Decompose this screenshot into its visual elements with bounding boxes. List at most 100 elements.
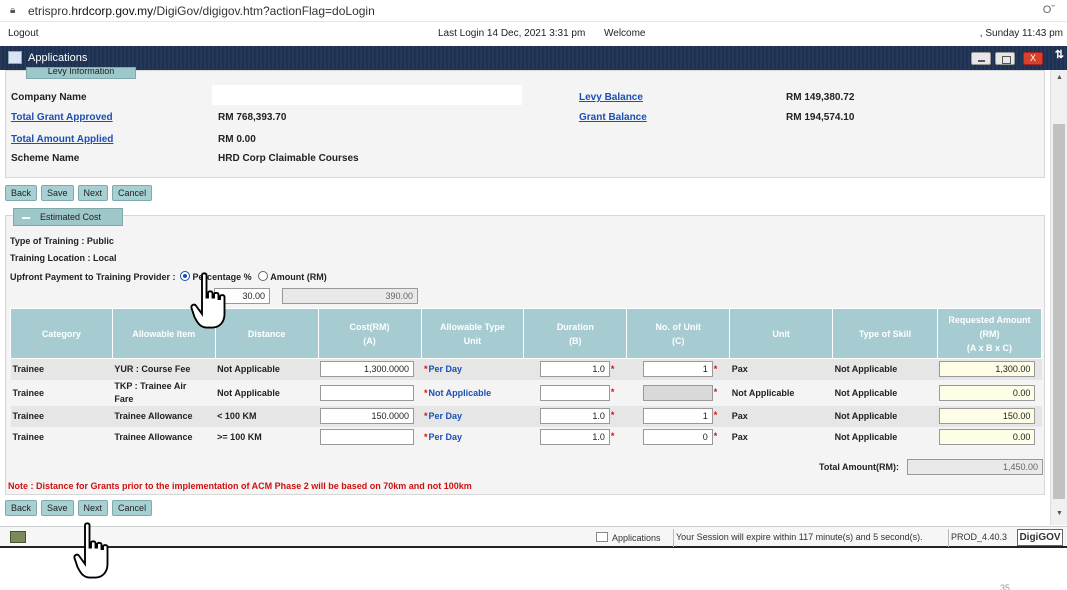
cell-type-unit: *Not Applicable — [421, 379, 524, 406]
amount-radio[interactable] — [258, 271, 269, 281]
header-type-of-skill: Type of Skill — [832, 308, 938, 359]
back-button[interactable]: Back — [5, 500, 38, 516]
sort-arrows-icon[interactable]: ⇅ — [1055, 48, 1064, 61]
scroll-down-arrow-icon[interactable]: ▼ — [1056, 510, 1063, 517]
requested-amount-field: 1,300.00 — [939, 361, 1036, 378]
cell-cost — [318, 426, 421, 448]
cell-duration: 1.0 * — [523, 405, 627, 427]
required-marker: * — [424, 364, 428, 375]
header-cost-line1: Cost(RM) — [349, 321, 390, 332]
status-map-icon[interactable] — [10, 531, 26, 543]
required-marker: * — [610, 386, 615, 397]
header-category: Category — [10, 308, 113, 359]
cell-requested: 1,300.00 — [937, 358, 1042, 380]
session-expire-text: Your Session will expire within 117 minu… — [676, 532, 923, 542]
save-button[interactable]: Save — [41, 185, 74, 201]
cell-requested: 0.00 — [937, 426, 1042, 448]
total-grant-approved-link[interactable]: Total Grant Approved — [11, 112, 113, 123]
cell-cost — [318, 379, 421, 406]
cell-requested: 0.00 — [937, 379, 1042, 406]
cancel-button[interactable]: Cancel — [112, 500, 153, 516]
requested-amount-field: 0.00 — [939, 384, 1036, 401]
cell-item: Trainee Allowance — [112, 426, 216, 448]
applications-title-bar: Applications X ⇅ — [0, 46, 1067, 70]
amount-input[interactable]: 390.00 — [282, 288, 418, 304]
cost-input[interactable]: 1,300.0000 — [320, 361, 415, 378]
cell-no-of-unit: 1 * — [626, 405, 730, 427]
cancel-button[interactable]: Cancel — [112, 185, 153, 201]
units-input[interactable]: 0 — [642, 429, 713, 445]
cell-distance: Not Applicable — [215, 358, 319, 380]
cost-input[interactable]: 150.0000 — [320, 408, 415, 424]
duration-input[interactable]: 1.0 — [539, 429, 610, 445]
upfront-payment-label: Upfront Payment to Training Provider : — [10, 272, 176, 282]
applications-title: Applications — [28, 52, 88, 64]
save-button[interactable]: Save — [41, 500, 74, 516]
required-marker: * — [713, 363, 718, 374]
vertical-scrollbar[interactable]: ▲ ▼ — [1050, 70, 1067, 525]
estimated-cost-tab-label: Estimated Cost — [40, 212, 102, 222]
hand-cursor-icon — [190, 272, 226, 329]
header-requested-line1: Requested Amount — [948, 314, 1031, 325]
hand-cursor-icon — [73, 522, 109, 579]
logout-link[interactable]: Logout — [8, 28, 39, 39]
maximize-button[interactable] — [995, 52, 1015, 65]
duration-input[interactable]: 1.0 — [539, 361, 610, 378]
grant-balance-link[interactable]: Grant Balance — [579, 112, 647, 123]
table-row: Trainee YUR : Course Fee Not Applicable … — [10, 358, 1042, 380]
minimize-button[interactable] — [971, 52, 991, 65]
back-button[interactable]: Back — [5, 185, 38, 201]
cell-item-line1: TKP : Trainee Air — [114, 380, 187, 391]
type-of-training: Type of Training : Public — [10, 236, 114, 246]
url-prefix: etrispro. — [28, 3, 72, 18]
cell-skill: Not Applicable — [832, 426, 938, 448]
header-no-unit-line1: No. of Unit — [655, 321, 702, 332]
levy-information-tab[interactable]: Levy Information — [26, 67, 136, 79]
requested-amount-field: 0.00 — [939, 429, 1036, 445]
units-input[interactable]: 1 — [642, 408, 713, 424]
type-unit-value: Per Day — [428, 364, 463, 375]
cell-category: Trainee — [10, 358, 113, 380]
scroll-up-arrow-icon[interactable]: ▲ — [1056, 74, 1063, 81]
collapse-icon[interactable] — [22, 216, 30, 219]
cell-type-unit: *Per Day — [421, 405, 524, 427]
type-unit-value: Not Applicable — [428, 387, 492, 398]
required-marker: * — [713, 410, 718, 421]
levy-balance-link[interactable]: Levy Balance — [579, 92, 643, 103]
close-button[interactable]: X — [1023, 52, 1043, 65]
header-no-unit-line2: (C) — [672, 335, 685, 346]
cell-unit: Pax — [729, 426, 833, 448]
estimated-cost-tab[interactable]: Estimated Cost — [13, 208, 123, 226]
url-text[interactable]: etrispro.hrdcorp.gov.my/DigiGov/digigov.… — [28, 4, 375, 18]
cell-unit: Pax — [729, 405, 833, 427]
url-domain: hrdcorp.gov.my — [71, 3, 154, 18]
next-button[interactable]: Next — [77, 500, 109, 516]
cost-input[interactable] — [320, 384, 415, 401]
header-type-unit-line2: Unit — [463, 335, 482, 346]
total-amount-applied-value: RM 0.00 — [218, 134, 256, 145]
bottom-button-row: Back Save Next Cancel — [5, 500, 153, 516]
header-duration-line2: (B) — [569, 335, 582, 346]
units-input[interactable]: 1 — [642, 361, 713, 378]
next-button[interactable]: Next — [77, 185, 109, 201]
duration-input[interactable] — [539, 384, 610, 401]
lock-icon: 🔒︎ — [10, 4, 16, 16]
prod-version-text: PROD_4.40.3 — [951, 532, 1008, 542]
status-bar: Applications Your Session will expire wi… — [0, 526, 1067, 548]
duration-input[interactable]: 1.0 — [539, 408, 610, 424]
session-bar: Logout Last Login 14 Dec, 2021 3:31 pm W… — [0, 24, 1067, 44]
key-icon[interactable]: Oˇ — [1043, 4, 1055, 16]
browser-address-bar[interactable]: 🔒︎ etrispro.hrdcorp.gov.my/DigiGov/digig… — [0, 0, 1067, 22]
grant-balance-value: RM 194,574.10 — [786, 112, 855, 123]
total-amount-applied-link[interactable]: Total Amount Applied — [11, 134, 113, 145]
header-duration-line1: Duration — [556, 321, 594, 332]
header-requested-line3: (A x B x C) — [966, 342, 1013, 353]
cost-input[interactable] — [320, 429, 415, 445]
cell-category: Trainee — [10, 426, 113, 448]
cell-distance: < 100 KM — [215, 405, 319, 427]
scrollbar-thumb[interactable] — [1053, 124, 1065, 499]
header-type-unit: Allowable Type Unit — [420, 308, 525, 359]
status-applications[interactable]: Applications — [596, 532, 661, 543]
header-cost: Cost(RM) (A) — [317, 308, 422, 359]
cell-type-unit: *Per Day — [421, 358, 524, 380]
